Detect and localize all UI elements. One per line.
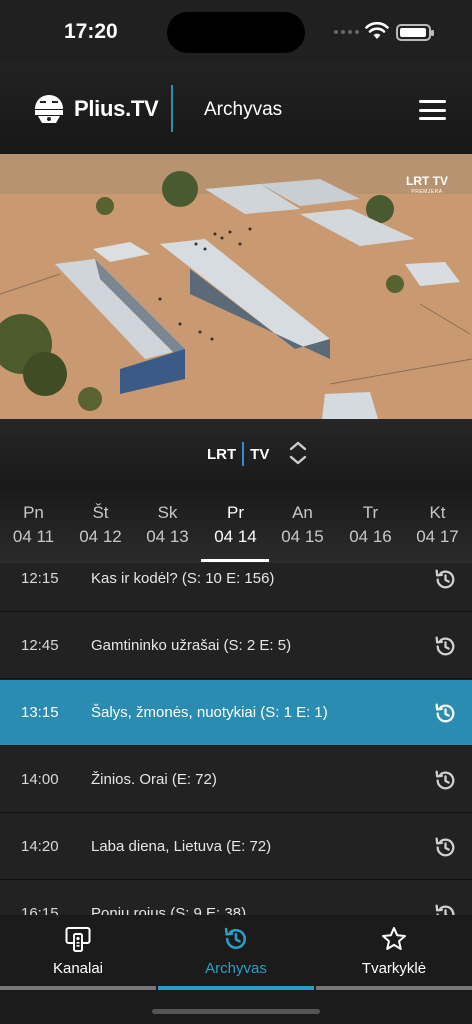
replay-icon[interactable]: [433, 567, 458, 592]
header-divider: [171, 85, 173, 132]
nav-schedule[interactable]: Tvarkyklė: [316, 915, 472, 991]
date-tab-6[interactable]: Kt 04 17: [404, 503, 471, 547]
replay-icon[interactable]: [433, 701, 458, 726]
signal-icon: [334, 30, 359, 34]
program-row[interactable]: 16:15 Ponių rojus (S: 9 E: 38): [0, 881, 472, 915]
date-tabs: Pn 04 11 Št 04 12 Sk 04 13 Pr 04 14 An 0…: [0, 487, 472, 563]
video-watermark: LRT TV PREMJERA: [406, 174, 448, 195]
page-title: Archyvas: [204, 99, 283, 120]
status-time: 17:20: [64, 20, 118, 43]
program-row[interactable]: 14:20 Laba diena, Lietuva (E: 72): [0, 814, 472, 880]
nav-indicator-channels: [0, 986, 156, 990]
channel-logo: LRT TV: [207, 442, 269, 466]
program-time: 13:15: [21, 704, 59, 721]
program-time: 12:15: [21, 570, 59, 587]
history-icon: [224, 927, 246, 950]
program-title: Gamtininko užrašai (S: 2 E: 5): [91, 637, 292, 654]
home-indicator: [152, 1009, 320, 1014]
status-bar: 17:20: [0, 0, 472, 62]
program-title: Laba diena, Lietuva (E: 72): [91, 838, 272, 855]
chevron-up-down-icon[interactable]: [288, 440, 308, 466]
date-tab-0[interactable]: Pn 04 11: [0, 503, 67, 547]
nav-archive-label: Archyvas: [205, 960, 267, 977]
logo-text: Plius.TV: [74, 96, 159, 121]
tv-remote-icon: [65, 927, 91, 952]
program-time: 14:00: [21, 771, 59, 788]
camera-notch: [167, 12, 305, 53]
wifi-icon: [365, 22, 389, 39]
date-tab-3[interactable]: Pr 04 14: [202, 503, 269, 547]
date-tab-4[interactable]: An 04 15: [269, 503, 336, 547]
nav-archive[interactable]: Archyvas: [158, 915, 314, 991]
channel-selector[interactable]: LRT TV: [0, 419, 472, 487]
hamburger-icon: [419, 100, 446, 103]
replay-icon[interactable]: [433, 768, 458, 793]
date-tab-5[interactable]: Tr 04 16: [337, 503, 404, 547]
replay-icon[interactable]: [433, 634, 458, 659]
active-date-indicator: [201, 559, 269, 562]
channel-logo-divider: [242, 442, 245, 466]
star-icon: [382, 927, 406, 950]
bottom-navigation: Kanalai Archyvas Tvarkyklė: [0, 915, 472, 1024]
replay-icon[interactable]: [433, 902, 458, 915]
program-title: Kas ir kodėl? (S: 10 E: 156): [91, 570, 275, 587]
nav-channels-label: Kanalai: [52, 960, 104, 977]
watermark-subtitle: PREMJERA: [411, 189, 443, 195]
nav-indicator-archive: [158, 986, 314, 990]
nav-indicator-schedule: [316, 986, 472, 990]
app-header: Plius.TV Archyvas: [0, 62, 472, 154]
date-tab-2[interactable]: Sk 04 13: [134, 503, 201, 547]
program-row[interactable]: 12:45 Gamtininko užrašai (S: 2 E: 5): [0, 613, 472, 679]
program-row[interactable]: 14:00 Žinios. Orai (E: 72): [0, 747, 472, 813]
program-title: Žinios. Orai (E: 72): [91, 771, 217, 788]
channel-logo-left: LRT: [207, 445, 237, 463]
battery-icon: [396, 24, 434, 41]
app-logo[interactable]: Plius.TV: [32, 92, 159, 126]
program-list[interactable]: 12:15 Kas ir kodėl? (S: 10 E: 156) 12:45…: [0, 563, 472, 915]
program-title: Ponių rojus (S: 9 E: 38): [91, 905, 247, 915]
video-frame: [0, 154, 472, 419]
program-time: 16:15: [21, 905, 59, 915]
program-row-active[interactable]: 13:15 Šalys, žmonės, nuotykiai (S: 1 E: …: [0, 680, 472, 746]
program-title: Šalys, žmonės, nuotykiai (S: 1 E: 1): [91, 704, 328, 721]
nav-schedule-label: Tvarkyklė: [361, 960, 427, 977]
plius-tv-logo-icon: [35, 95, 63, 123]
hamburger-menu-button[interactable]: [419, 100, 446, 120]
replay-icon[interactable]: [433, 835, 458, 860]
nav-channels[interactable]: Kanalai: [0, 915, 156, 991]
program-time: 12:45: [21, 637, 59, 654]
watermark-logo: LRT TV: [406, 174, 448, 188]
video-player[interactable]: LRT TV PREMJERA: [0, 154, 472, 419]
date-tab-1[interactable]: Št 04 12: [67, 503, 134, 547]
program-row[interactable]: 12:15 Kas ir kodėl? (S: 10 E: 156): [0, 563, 472, 612]
channel-logo-right: TV: [250, 445, 270, 463]
program-time: 14:20: [21, 838, 59, 855]
